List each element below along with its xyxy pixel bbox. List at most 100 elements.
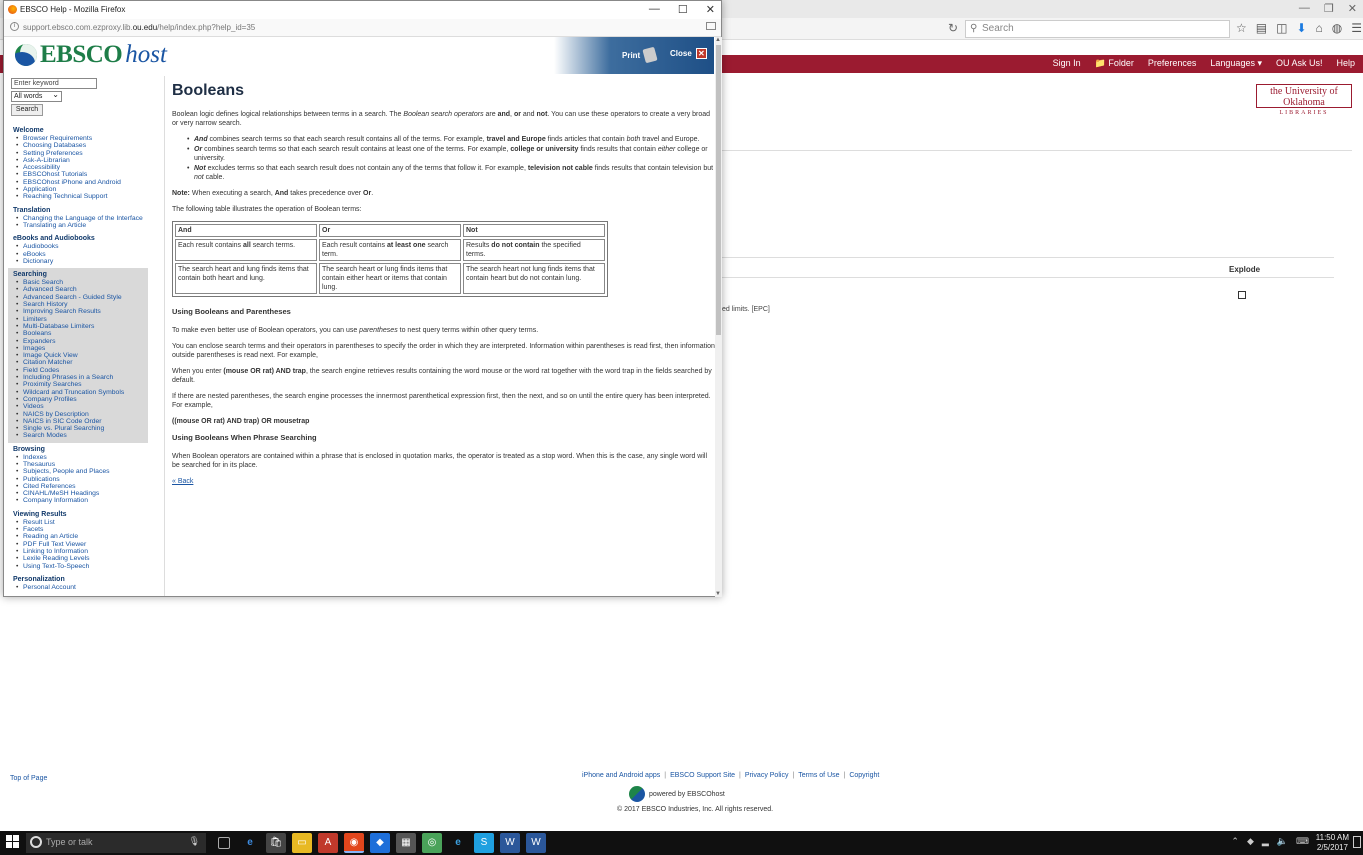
languages-link[interactable]: Languages ▾ [1210, 58, 1262, 69]
dropbox-tray-icon[interactable]: ◆ [1247, 836, 1254, 847]
signin-link[interactable]: Sign In [1053, 58, 1081, 69]
footer-link[interactable]: Privacy Policy [745, 772, 789, 779]
nav-item[interactable]: Ask-A-Librarian [13, 157, 148, 165]
nav-item[interactable]: Proximity Searches [13, 381, 148, 389]
nav-item[interactable]: eBooks [13, 251, 148, 259]
browser-search-input[interactable]: ⚲ Search [965, 20, 1230, 38]
minimize-icon[interactable]: — [1299, 2, 1310, 15]
footer-link[interactable]: Copyright [849, 772, 879, 779]
microphone-icon[interactable]: 🎙 [189, 836, 200, 847]
nav-item[interactable]: Wildcard and Truncation Symbols [13, 389, 148, 397]
footer-link[interactable]: iPhone and Android apps [582, 772, 660, 779]
nav-item[interactable]: Basic Search [13, 279, 148, 287]
nav-item[interactable]: Company Profiles [13, 396, 148, 404]
nav-item[interactable]: Cited References [13, 483, 148, 491]
pocket-icon[interactable]: ◫ [1276, 21, 1287, 35]
nav-item[interactable]: Choosing Databases [13, 142, 148, 150]
scroll-up-icon[interactable]: ▲ [715, 37, 721, 43]
nav-item[interactable]: NAICS by Description [13, 411, 148, 419]
nav-item[interactable]: Including Phrases in a Search [13, 374, 148, 382]
nav-item[interactable]: Result List [13, 519, 148, 527]
info-icon[interactable]: i [10, 22, 19, 31]
edge-icon[interactable]: e [240, 833, 260, 853]
close-button[interactable]: Close ✕ [670, 48, 707, 59]
reload-icon[interactable]: ↻ [948, 21, 958, 35]
nav-item[interactable]: Linking to Information [13, 548, 148, 556]
nav-item[interactable]: Search History [13, 301, 148, 309]
reader-view-icon[interactable] [706, 22, 716, 30]
nav-item[interactable]: Setting Preferences [13, 150, 148, 158]
network-icon[interactable]: ▂ [1262, 836, 1269, 847]
nav-item[interactable]: Company Information [13, 497, 148, 505]
close-icon[interactable]: ✕ [706, 3, 715, 16]
menu-icon[interactable]: ☰ [1351, 21, 1362, 35]
home-icon[interactable]: ⌂ [1316, 21, 1323, 35]
nav-item[interactable]: Dictionary [13, 258, 148, 266]
nav-item[interactable]: Subjects, People and Places [13, 468, 148, 476]
nav-item[interactable]: Changing the Language of the Interface [13, 215, 148, 223]
folder-link[interactable]: 📁 Folder [1095, 58, 1134, 69]
nav-item[interactable]: EBSCOhost Tutorials [13, 171, 148, 179]
windows-start-icon[interactable] [6, 835, 20, 849]
nav-item[interactable]: Indexes [13, 454, 148, 462]
nav-item[interactable]: Translating an Article [13, 222, 148, 230]
file-explorer-icon[interactable]: ▭ [292, 833, 312, 853]
nav-item[interactable]: NAICS in SIC Code Order [13, 418, 148, 426]
acrobat-icon[interactable]: A [318, 833, 338, 853]
word-icon-2[interactable]: W [526, 833, 546, 853]
nav-item[interactable]: Single vs. Plural Searching [13, 425, 148, 433]
download-icon[interactable]: ⬇ [1296, 21, 1306, 35]
top-of-page-link[interactable]: Top of Page [10, 775, 47, 782]
back-link[interactable]: « Back [172, 478, 193, 485]
nav-item[interactable]: PDF Full Text Viewer [13, 541, 148, 549]
nav-item[interactable]: Advanced Search - Guided Style [13, 294, 148, 302]
nav-item[interactable]: Accessibility [13, 164, 148, 172]
dropbox-icon[interactable]: ◆ [370, 833, 390, 853]
nav-item[interactable]: Image Quick View [13, 352, 148, 360]
volume-icon[interactable]: 🔈 [1277, 836, 1288, 847]
nav-item[interactable]: Browser Requirements [13, 135, 148, 143]
preferences-link[interactable]: Preferences [1148, 58, 1197, 69]
nav-item[interactable]: Thesaurus [13, 461, 148, 469]
taskbar-clock[interactable]: 11:50 AM 2/5/2017 [1316, 833, 1349, 853]
nav-item[interactable]: Multi-Database Limiters [13, 323, 148, 331]
taskbar-search-input[interactable]: Type or talk 🎙 [26, 833, 206, 853]
nav-item[interactable]: Publications [13, 476, 148, 484]
print-button[interactable]: Print [622, 46, 658, 64]
nav-item[interactable]: Field Codes [13, 367, 148, 375]
popup-urlbar[interactable]: i support.ebsco.com.ezproxy.lib.ou.edu/h… [4, 19, 721, 37]
nav-item[interactable]: Booleans [13, 330, 148, 338]
show-hidden-icon[interactable]: ⌃ [1231, 836, 1239, 847]
bookmark-star-icon[interactable]: ☆ [1236, 21, 1247, 35]
explode-checkbox[interactable] [1238, 291, 1246, 299]
task-view-icon[interactable] [218, 837, 230, 849]
nav-item[interactable]: Citation Matcher [13, 359, 148, 367]
nav-item[interactable]: Application [13, 186, 148, 194]
nav-item[interactable]: EBSCOhost iPhone and Android [13, 179, 148, 187]
search-button[interactable]: Search [11, 104, 43, 116]
university-logo[interactable]: the University of Oklahoma LIBRARIES [1256, 84, 1352, 116]
scroll-down-icon[interactable]: ▼ [715, 591, 721, 597]
nav-item[interactable]: Lexile Reading Levels [13, 555, 148, 563]
nav-item[interactable]: Reaching Technical Support [13, 193, 148, 201]
chrome-icon[interactable]: ◎ [422, 833, 442, 853]
firefox-icon[interactable]: ◉ [344, 833, 364, 853]
maximize-icon[interactable]: ☐ [678, 3, 688, 16]
nav-item[interactable]: Expanders [13, 338, 148, 346]
ask-us-link[interactable]: OU Ask Us! [1276, 58, 1323, 69]
nav-item[interactable]: Search Modes [13, 432, 148, 440]
scroll-thumb[interactable] [716, 45, 721, 335]
restore-icon[interactable]: ❐ [1324, 2, 1334, 15]
nav-item[interactable]: Improving Search Results [13, 308, 148, 316]
keyboard-icon[interactable]: ⌨ [1296, 836, 1309, 847]
match-select[interactable]: All words [11, 90, 62, 102]
footer-link[interactable]: Terms of Use [798, 772, 839, 779]
calculator-icon[interactable]: ▦ [396, 833, 416, 853]
nav-item[interactable]: Limiters [13, 316, 148, 324]
store-icon[interactable]: 🛍 [266, 833, 286, 853]
nav-item[interactable]: Personal Account [13, 584, 148, 592]
word-icon[interactable]: W [500, 833, 520, 853]
nav-item[interactable]: Using Text-To-Speech [13, 563, 148, 571]
nav-item[interactable]: CINAHL/MeSH Headings [13, 490, 148, 498]
help-link[interactable]: Help [1336, 58, 1355, 69]
